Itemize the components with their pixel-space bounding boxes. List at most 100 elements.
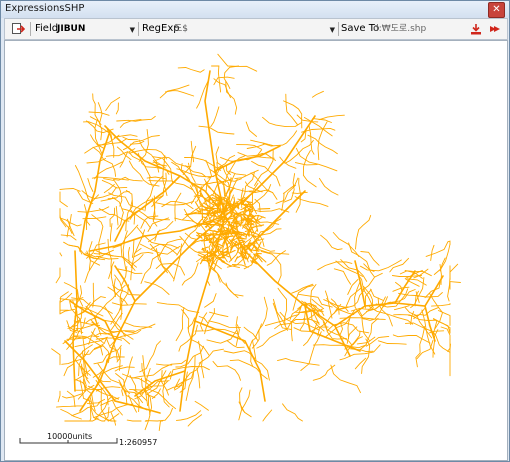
run-icon[interactable] <box>488 19 502 39</box>
road-line <box>354 282 365 320</box>
map-canvas[interactable]: 10000units 1:260957 <box>4 40 508 461</box>
road-line <box>312 364 336 381</box>
road-line <box>211 266 239 299</box>
road-line <box>55 267 61 284</box>
road-line <box>104 125 226 217</box>
road-line <box>60 408 82 420</box>
road-line <box>295 147 338 172</box>
road-line <box>155 363 173 366</box>
road-line <box>142 355 146 382</box>
road-line <box>277 358 320 366</box>
road-line <box>324 290 333 319</box>
road-line <box>174 192 182 222</box>
field-value: JIBUN <box>57 24 86 34</box>
road-line <box>131 238 135 258</box>
save-icon[interactable] <box>469 19 483 39</box>
road-line <box>225 81 238 115</box>
road-line <box>256 215 259 221</box>
road-line <box>133 251 154 258</box>
road-line <box>74 165 92 204</box>
road-line <box>332 338 347 340</box>
road-line <box>285 93 299 126</box>
road-line <box>114 366 135 372</box>
road-line <box>66 390 76 408</box>
road-line <box>105 96 121 111</box>
road-line <box>437 310 451 326</box>
road-line <box>156 302 200 314</box>
road-line <box>255 296 268 338</box>
app-window: ExpressionsSHP ✕ Field JIBUN ▼ RegExp 도$… <box>0 0 510 462</box>
road-line <box>355 214 372 250</box>
road-line <box>320 234 343 251</box>
road-line <box>250 234 257 237</box>
open-icon[interactable] <box>11 19 26 39</box>
road-line <box>94 403 134 418</box>
road-line <box>100 197 116 202</box>
road-line <box>59 188 81 192</box>
road-line <box>95 386 121 392</box>
road-line <box>360 251 380 266</box>
road-line <box>262 409 273 422</box>
chevron-down-icon: ▼ <box>329 26 335 34</box>
road-line <box>175 306 185 342</box>
regexp-value: 도$ <box>174 24 189 34</box>
toolbar: Field JIBUN ▼ RegExp 도$ ▼ Save To d:₩도로.… <box>4 18 508 40</box>
road-line <box>224 215 351 357</box>
road-line <box>340 259 368 282</box>
road-line <box>108 192 145 211</box>
field-label: Field <box>35 23 59 34</box>
road-line <box>447 263 459 302</box>
road-line <box>111 302 147 306</box>
road-line <box>243 326 259 342</box>
field-select[interactable]: JIBUN ▼ <box>57 22 135 36</box>
road-line <box>439 257 446 272</box>
road-line <box>433 243 451 275</box>
road-line <box>59 191 68 208</box>
road-line <box>254 198 261 213</box>
toolbar-separator <box>138 22 139 36</box>
road-line <box>318 114 345 121</box>
road-line <box>257 208 271 210</box>
road-line <box>218 196 220 210</box>
road-line <box>282 177 299 195</box>
road-line <box>166 385 183 391</box>
road-line <box>392 334 431 344</box>
road-line <box>227 217 234 220</box>
road-line <box>282 403 303 422</box>
road-line <box>109 223 113 242</box>
road-line <box>311 90 324 98</box>
road-line <box>227 340 245 349</box>
road-line <box>431 302 451 307</box>
road-line <box>335 260 364 277</box>
road-line <box>123 321 153 328</box>
road-line <box>225 282 244 297</box>
road-line <box>415 326 426 368</box>
road-line <box>201 249 207 251</box>
save-path-field[interactable]: d:₩도로.shp <box>373 22 463 36</box>
road-line <box>333 268 352 285</box>
road-line <box>88 111 110 116</box>
road-line <box>159 84 190 99</box>
toolbar-separator <box>30 22 31 36</box>
close-button[interactable]: ✕ <box>488 2 505 18</box>
road-line <box>449 281 461 290</box>
road-line <box>214 145 281 172</box>
regexp-input[interactable]: 도$ ▼ <box>174 22 335 36</box>
road-line <box>208 320 241 328</box>
road-line <box>120 244 134 268</box>
road-line <box>210 106 220 128</box>
road-line <box>198 125 235 135</box>
road-line <box>187 414 203 427</box>
title-bar: ExpressionsSHP ✕ <box>1 1 509 18</box>
road-line <box>196 367 201 389</box>
toolbar-separator <box>338 22 339 36</box>
road-line <box>94 395 114 420</box>
road-line <box>164 90 195 97</box>
road-line <box>318 177 339 196</box>
road-line <box>245 121 257 137</box>
road-line <box>57 390 61 403</box>
road-line <box>194 400 209 411</box>
road-line <box>330 364 361 394</box>
road-line <box>361 272 383 291</box>
road-line <box>132 375 145 379</box>
